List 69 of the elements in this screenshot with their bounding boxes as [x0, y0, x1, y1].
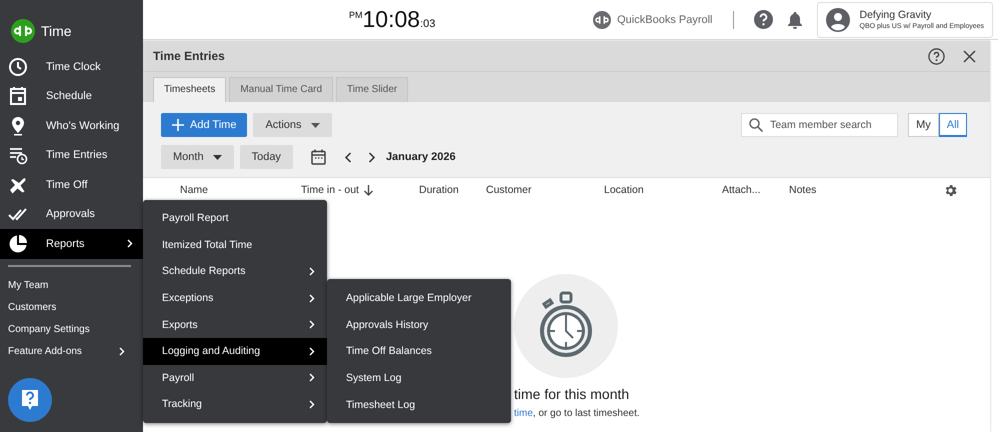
tab[interactable]: Timesheets	[153, 77, 226, 102]
add-time-button[interactable]: Add Time	[161, 113, 248, 137]
empty-state-title: time for this month	[514, 386, 630, 402]
column-header[interactable]: Name	[180, 184, 301, 196]
sidebar-item[interactable]: Time Off	[0, 170, 143, 200]
sidebar-item[interactable]: Schedule	[0, 82, 143, 111]
panel-title: Time Entries	[153, 49, 225, 63]
sidebar-item[interactable]: Time Entries	[0, 140, 143, 170]
nav-icon	[8, 145, 28, 166]
column-header[interactable]: Notes	[789, 184, 816, 196]
menu-item[interactable]: Tracking	[143, 391, 327, 418]
app-name: Time	[41, 23, 72, 39]
column-header[interactable]: Duration	[419, 184, 486, 196]
column-header[interactable]: Location	[604, 184, 722, 196]
calendar-icon[interactable]	[310, 149, 326, 165]
sidebar-link[interactable]: My Team	[0, 274, 143, 296]
help-icon	[20, 388, 40, 412]
avatar-icon	[826, 8, 850, 32]
menu-item[interactable]: Approvals History	[327, 312, 511, 338]
caret-icon	[310, 122, 320, 128]
next-icon[interactable]	[368, 152, 376, 162]
menu-item[interactable]: Itemized Total Time	[143, 232, 327, 258]
sidebar-item[interactable]: Reports	[0, 229, 143, 258]
logo-icon	[11, 19, 35, 43]
tab[interactable]: Time Slider	[336, 77, 408, 102]
sidebar-item[interactable]: Time Clock	[0, 52, 143, 82]
payroll-link[interactable]: QuickBooks Payroll	[593, 10, 712, 28]
today-button[interactable]: Today	[240, 145, 293, 169]
nav-icon	[8, 86, 28, 106]
column-header[interactable]: Customer	[486, 184, 604, 196]
close-icon[interactable]	[963, 50, 976, 62]
menu-item[interactable]: Payroll Report	[143, 205, 327, 232]
period-dropdown[interactable]: Month	[161, 145, 234, 169]
search-field[interactable]: Team member search	[741, 113, 898, 137]
caret-icon	[212, 154, 222, 160]
sort-arrow-icon	[364, 184, 373, 196]
menu-item[interactable]: Exceptions	[143, 284, 327, 312]
previous-icon[interactable]	[344, 152, 352, 162]
menu-item[interactable]: Applicable Large Employer	[327, 285, 511, 312]
nav-icon	[8, 56, 28, 77]
menu-item[interactable]: Timesheet Log	[327, 391, 511, 418]
logo-icon	[593, 10, 612, 28]
column-header[interactable]: Time in - out	[301, 184, 419, 196]
menu-item[interactable]: Exports	[143, 311, 327, 338]
help-icon[interactable]	[754, 10, 772, 29]
bell-icon[interactable]	[786, 10, 802, 28]
sidebar-item[interactable]: Approvals	[0, 200, 143, 229]
add-time-link[interactable]: time	[514, 408, 533, 419]
plus-icon	[172, 119, 184, 131]
nav-icon	[8, 234, 28, 254]
tab[interactable]: Manual Time Card	[229, 77, 334, 102]
empty-state-text: , or go to last timesheet.	[532, 408, 640, 419]
help-icon[interactable]	[928, 48, 945, 64]
menu-item[interactable]: Logging and Auditing	[143, 338, 327, 365]
menu-item[interactable]: Time Off Balances	[327, 338, 511, 365]
column-header[interactable]: Attach...	[722, 184, 789, 196]
help-button[interactable]	[8, 378, 52, 422]
date-label: January 2026	[386, 151, 456, 163]
settings-icon[interactable]	[943, 182, 958, 198]
sidebar-link[interactable]: Feature Add-ons	[0, 340, 143, 362]
actions-button[interactable]: Actions	[253, 113, 332, 137]
scope-toggle[interactable]: All	[938, 113, 967, 137]
sidebar-link[interactable]: Company Settings	[0, 318, 143, 340]
scope-toggle[interactable]: My	[908, 113, 939, 137]
menu-item[interactable]: System Log	[327, 364, 511, 392]
sidebar-link[interactable]: Customers	[0, 296, 143, 318]
sidebar-item[interactable]: Who's Working	[0, 111, 143, 140]
menu-item[interactable]: Payroll	[143, 364, 327, 392]
menu-item[interactable]: Schedule Reports	[143, 258, 327, 285]
